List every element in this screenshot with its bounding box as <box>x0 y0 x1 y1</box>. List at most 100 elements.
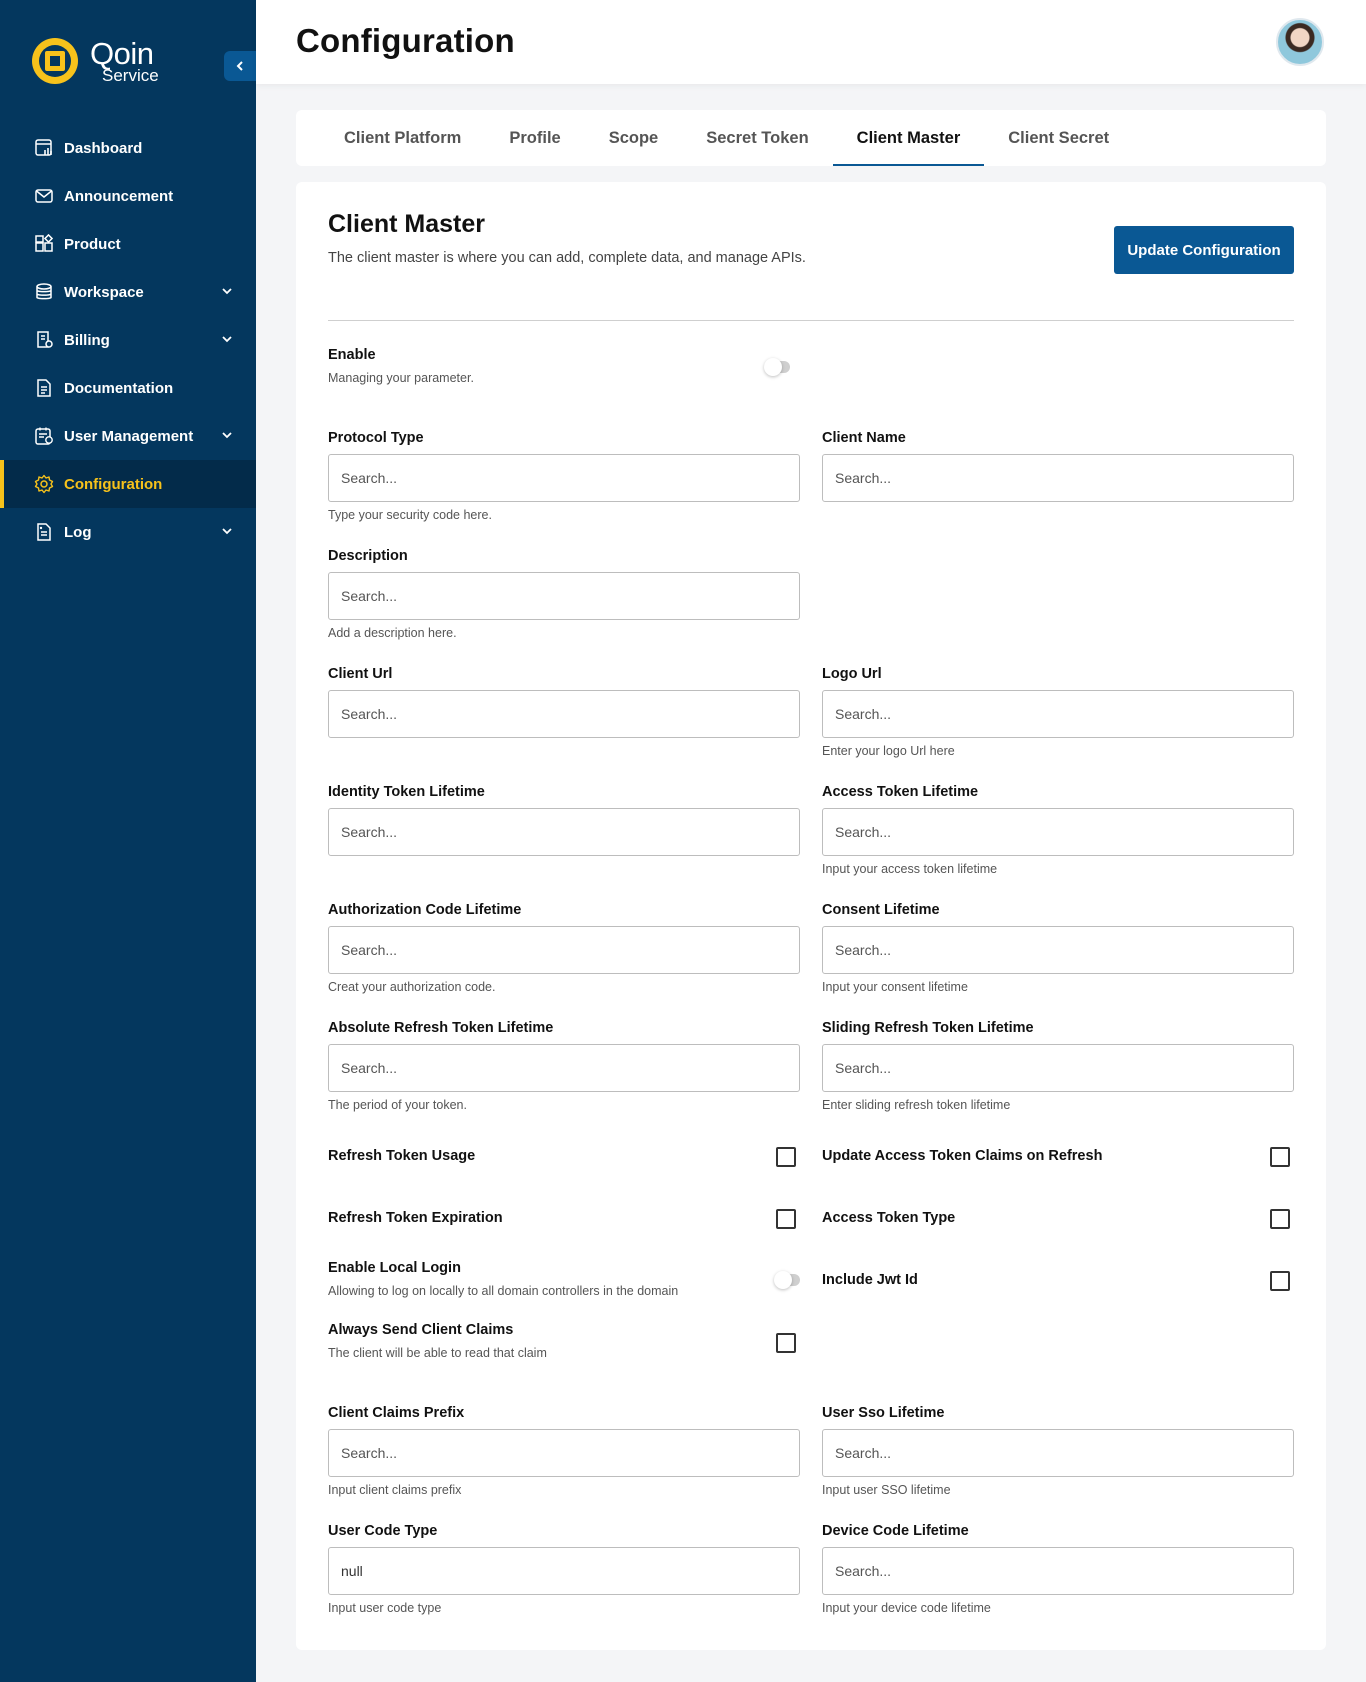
user-code-type-field: User Code Type Input user code type <box>328 1523 800 1615</box>
device-code-lifetime-field: Device Code Lifetime Input your device c… <box>822 1523 1294 1615</box>
mail-icon <box>34 186 54 206</box>
absolute-refresh-token-lifetime-input[interactable] <box>328 1044 800 1092</box>
sliding-refresh-token-lifetime-help: Enter sliding refresh token lifetime <box>822 1098 1011 1112</box>
sidebar-item-product[interactable]: Product <box>0 220 256 268</box>
include-jwt-id-checkbox[interactable] <box>1270 1271 1290 1291</box>
sidebar-item-label: Workspace <box>64 283 144 301</box>
logo-url-input[interactable] <box>822 690 1294 738</box>
sidebar-item-dashboard[interactable]: Dashboard <box>0 124 256 172</box>
enable-toggle[interactable] <box>764 358 790 376</box>
user-code-type-input[interactable] <box>328 1547 800 1595</box>
description-help: Add a description here. <box>328 626 457 640</box>
enable-field: Enable Managing your parameter. <box>328 347 474 385</box>
sidebar-collapse-button[interactable] <box>224 51 256 81</box>
access-token-lifetime-field: Access Token Lifetime Input your access … <box>822 784 1294 876</box>
tab-client-secret[interactable]: Client Secret <box>984 110 1133 166</box>
update-access-token-claims-checkbox[interactable] <box>1270 1147 1290 1167</box>
sidebar-item-label: User Management <box>64 427 194 445</box>
identity-token-lifetime-label: Identity Token Lifetime <box>328 784 485 800</box>
consent-lifetime-label: Consent Lifetime <box>822 902 940 918</box>
refresh-token-usage-checkbox[interactable] <box>776 1147 796 1167</box>
sliding-refresh-token-lifetime-input[interactable] <box>822 1044 1294 1092</box>
tab-client-platform[interactable]: Client Platform <box>320 110 485 166</box>
logo-url-help: Enter your logo Url here <box>822 744 955 758</box>
enable-local-login-label: Enable Local Login <box>328 1260 461 1276</box>
sidebar-item-workspace[interactable]: Workspace <box>0 268 256 316</box>
access-token-lifetime-label: Access Token Lifetime <box>822 784 979 800</box>
client-master-card: Client Master The client master is where… <box>296 182 1326 1650</box>
always-send-client-claims-field: Always Send Client Claims The client wil… <box>328 1322 547 1360</box>
authorization-code-lifetime-field: Authorization Code Lifetime Creat your a… <box>328 902 800 994</box>
client-claims-prefix-help: Input client claims prefix <box>328 1483 462 1497</box>
tab-secret-token[interactable]: Secret Token <box>682 110 832 166</box>
sidebar-item-documentation[interactable]: Documentation <box>0 364 256 412</box>
card-description: The client master is where you can add, … <box>328 250 806 266</box>
sidebar-item-log[interactable]: Log <box>0 508 256 556</box>
client-name-field: Client Name <box>822 430 1294 502</box>
description-label: Description <box>328 548 408 564</box>
client-claims-prefix-input[interactable] <box>328 1429 800 1477</box>
refresh-token-usage-label: Refresh Token Usage <box>328 1148 476 1164</box>
tab-profile[interactable]: Profile <box>485 110 584 166</box>
refresh-token-expiration-checkbox[interactable] <box>776 1209 796 1229</box>
access-token-type-checkbox[interactable] <box>1270 1209 1290 1229</box>
client-name-input[interactable] <box>822 454 1294 502</box>
authorization-code-lifetime-label: Authorization Code Lifetime <box>328 902 522 918</box>
user-sso-lifetime-label: User Sso Lifetime <box>822 1405 945 1421</box>
update-configuration-button[interactable]: Update Configuration <box>1114 226 1294 274</box>
logo-url-field: Logo Url Enter your logo Url here <box>822 666 1294 758</box>
sidebar: Qoin Service Dashboard Announcement Prod… <box>0 0 256 1682</box>
avatar[interactable] <box>1276 18 1324 66</box>
client-claims-prefix-label: Client Claims Prefix <box>328 1405 465 1421</box>
authorization-code-lifetime-input[interactable] <box>328 926 800 974</box>
brand-sub: Service <box>102 66 159 85</box>
client-url-field: Client Url <box>328 666 800 738</box>
qoin-logo-icon <box>32 38 78 84</box>
chevron-left-icon <box>236 61 243 71</box>
user-sso-lifetime-input[interactable] <box>822 1429 1294 1477</box>
consent-lifetime-field: Consent Lifetime Input your consent life… <box>822 902 1294 994</box>
sidebar-item-announcement[interactable]: Announcement <box>0 172 256 220</box>
gear-icon <box>34 474 54 494</box>
consent-lifetime-input[interactable] <box>822 926 1294 974</box>
access-token-lifetime-input[interactable] <box>822 808 1294 856</box>
card-title: Client Master <box>328 210 485 238</box>
description-input[interactable] <box>328 572 800 620</box>
top-header: Configuration <box>256 0 1366 84</box>
protocol-type-label: Protocol Type <box>328 430 424 446</box>
user-management-icon <box>34 426 54 446</box>
document-icon <box>34 378 54 398</box>
protocol-type-input[interactable] <box>328 454 800 502</box>
sidebar-nav: Dashboard Announcement Product Workspace… <box>0 124 256 556</box>
refresh-token-expiration-label: Refresh Token Expiration <box>328 1210 503 1226</box>
device-code-lifetime-input[interactable] <box>822 1547 1294 1595</box>
always-send-client-claims-sub: The client will be able to read that cla… <box>328 1346 547 1360</box>
log-icon <box>34 522 54 542</box>
user-sso-lifetime-help: Input user SSO lifetime <box>822 1483 951 1497</box>
always-send-client-claims-checkbox[interactable] <box>776 1333 796 1353</box>
divider <box>328 320 1294 321</box>
always-send-client-claims-label: Always Send Client Claims <box>328 1322 514 1338</box>
sidebar-item-billing[interactable]: Billing <box>0 316 256 364</box>
protocol-type-help: Type your security code here. <box>328 508 492 522</box>
sidebar-item-label: Documentation <box>64 379 174 397</box>
product-icon <box>34 234 54 254</box>
enable-local-login-sub: Allowing to log on locally to all domain… <box>328 1284 679 1298</box>
dashboard-icon <box>34 138 54 158</box>
absolute-refresh-token-lifetime-label: Absolute Refresh Token Lifetime <box>328 1020 554 1036</box>
absolute-refresh-token-lifetime-field: Absolute Refresh Token Lifetime The peri… <box>328 1020 800 1112</box>
enable-sub: Managing your parameter. <box>328 371 474 385</box>
absolute-refresh-token-lifetime-help: The period of your token. <box>328 1098 467 1112</box>
enable-local-login-toggle[interactable] <box>774 1271 800 1289</box>
database-icon <box>34 282 54 302</box>
chevron-down-icon <box>222 432 232 439</box>
tab-client-master[interactable]: Client Master <box>832 110 985 166</box>
client-name-label: Client Name <box>822 430 906 446</box>
sidebar-item-user-management[interactable]: User Management <box>0 412 256 460</box>
client-url-input[interactable] <box>328 690 800 738</box>
brand-logo[interactable]: Qoin Service <box>32 38 159 84</box>
identity-token-lifetime-input[interactable] <box>328 808 800 856</box>
sliding-refresh-token-lifetime-field: Sliding Refresh Token Lifetime Enter sli… <box>822 1020 1294 1112</box>
sidebar-item-configuration[interactable]: Configuration <box>0 460 256 508</box>
tab-scope[interactable]: Scope <box>585 110 683 166</box>
